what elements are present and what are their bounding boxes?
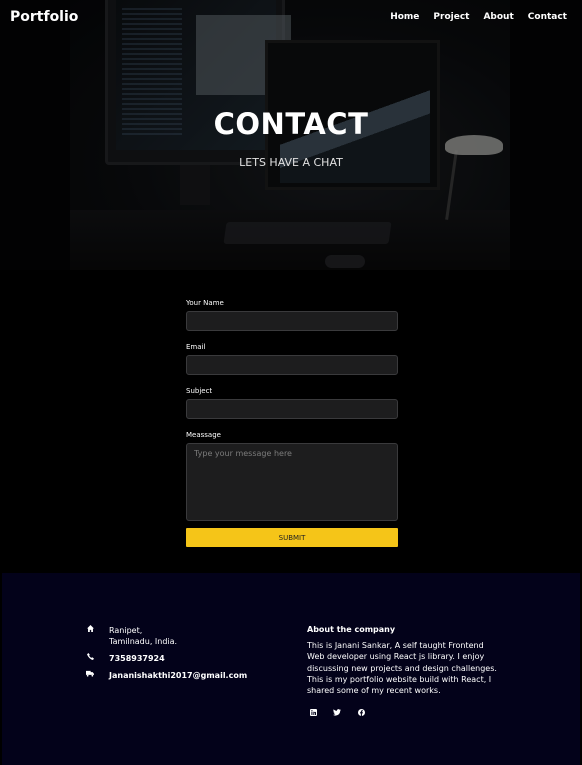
contact-form: Your Name Email Subject Meassage SUBMIT	[186, 299, 398, 547]
about-section: About the company This is Janani Sankar,…	[307, 625, 502, 696]
truck-icon	[84, 670, 96, 681]
footer: Ranipet, Tamilnadu, India. 7358937924 Ja…	[2, 573, 580, 765]
email-address[interactable]: Jananishakthi2017@gmail.com	[109, 671, 247, 680]
home-icon	[84, 625, 96, 636]
contact-info: Ranipet, Tamilnadu, India. 7358937924 Ja…	[84, 625, 247, 687]
nav-link-project[interactable]: Project	[433, 12, 469, 22]
brand-logo[interactable]: Portfolio	[10, 9, 78, 25]
phone-icon	[84, 653, 96, 664]
page-subtitle: LETS HAVE A CHAT	[239, 156, 343, 169]
email-row: Jananishakthi2017@gmail.com	[84, 670, 247, 681]
submit-button[interactable]: SUBMIT	[186, 528, 398, 547]
twitter-icon[interactable]	[331, 706, 343, 718]
name-input[interactable]	[186, 311, 398, 331]
nav-link-home[interactable]: Home	[390, 12, 419, 22]
nav-link-about[interactable]: About	[483, 12, 513, 22]
address-row: Ranipet, Tamilnadu, India.	[84, 625, 247, 647]
about-text: This is Janani Sankar, A self taught Fro…	[307, 641, 497, 696]
linkedin-icon[interactable]	[307, 706, 319, 718]
email-label: Email	[186, 343, 206, 351]
phone-number[interactable]: 7358937924	[109, 654, 165, 663]
subject-input[interactable]	[186, 399, 398, 419]
name-label: Your Name	[186, 299, 224, 307]
subject-label: Subject	[186, 387, 213, 395]
social-links	[307, 706, 367, 718]
nav-menu: Home Project About Contact	[390, 12, 567, 22]
facebook-icon[interactable]	[355, 706, 367, 718]
message-textarea[interactable]	[186, 443, 398, 521]
email-input[interactable]	[186, 355, 398, 375]
phone-row: 7358937924	[84, 653, 247, 664]
page-title: CONTACT	[213, 107, 369, 141]
address-line-1: Ranipet,	[109, 626, 143, 635]
address-line-2: Tamilnadu, India.	[109, 637, 178, 646]
nav-link-contact[interactable]: Contact	[528, 12, 567, 22]
message-label: Meassage	[186, 431, 221, 439]
about-title: About the company	[307, 625, 396, 634]
top-navbar: Portfolio Home Project About Contact	[0, 0, 582, 36]
